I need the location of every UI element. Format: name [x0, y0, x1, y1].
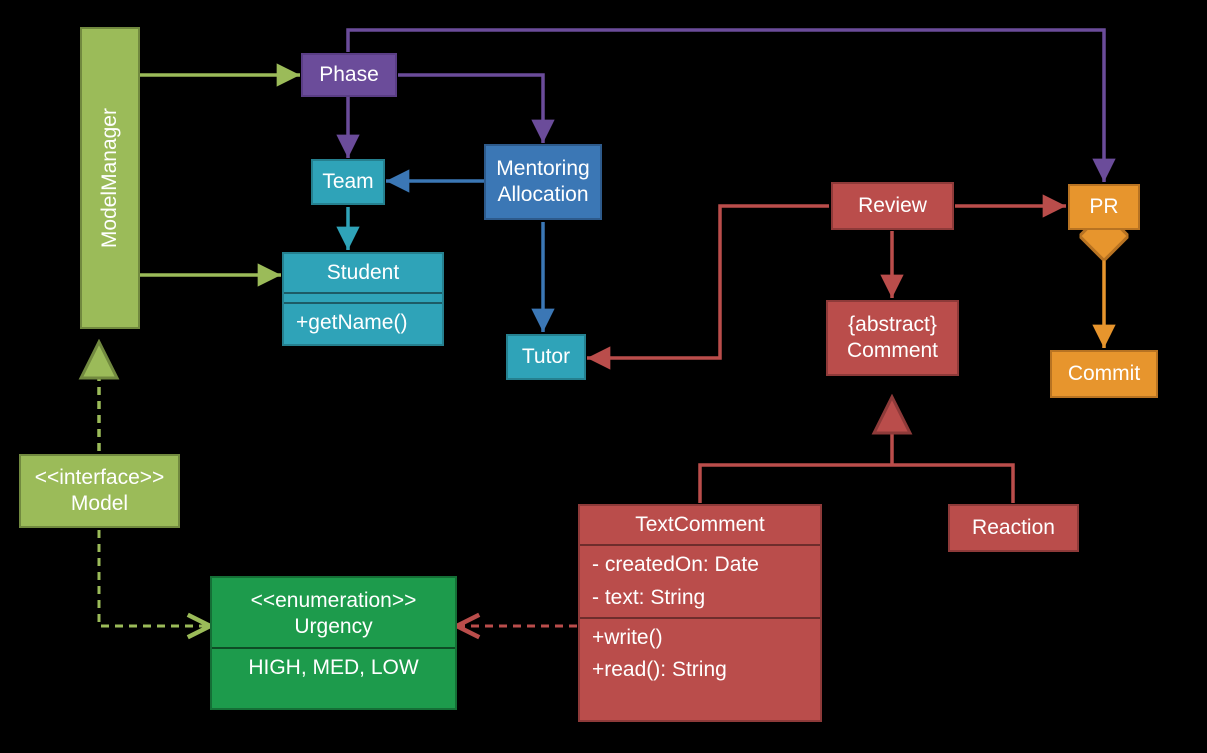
- node-student: Student +getName(): [282, 252, 444, 346]
- node-commit: Commit: [1050, 350, 1158, 398]
- comment-stereo: {abstract}: [848, 312, 937, 338]
- textcomment-m2: +read(): String: [580, 657, 820, 689]
- mentoring-l2: Allocation: [497, 182, 588, 208]
- node-modelmanager: ModelManager: [80, 27, 140, 329]
- node-mentoring: Mentoring Allocation: [484, 144, 602, 220]
- textcomment-f2: - text: String: [580, 585, 820, 617]
- edge-phase-pr: [348, 30, 1104, 182]
- model-title: Model: [71, 491, 128, 517]
- comment-title: Comment: [847, 338, 938, 364]
- student-method: +getName(): [284, 304, 442, 342]
- reaction-label: Reaction: [972, 515, 1055, 541]
- edge-model-urgency: [99, 530, 208, 626]
- commit-label: Commit: [1068, 361, 1140, 387]
- node-team: Team: [311, 159, 385, 205]
- textcomment-f1: - createdOn: Date: [580, 546, 820, 584]
- urgency-title: Urgency: [224, 614, 443, 640]
- node-pr: PR: [1068, 184, 1140, 230]
- model-stereo: <<interface>>: [35, 465, 165, 491]
- node-textcomment: TextComment - createdOn: Date - text: St…: [578, 504, 822, 722]
- pr-label: PR: [1089, 194, 1118, 220]
- mentoring-l1: Mentoring: [496, 156, 589, 182]
- modelmanager-label: ModelManager: [97, 108, 123, 248]
- node-model: <<interface>> Model: [19, 454, 180, 528]
- urgency-values: HIGH, MED, LOW: [212, 649, 455, 687]
- textcomment-m1: +write(): [580, 619, 820, 657]
- review-label: Review: [858, 193, 927, 219]
- team-label: Team: [322, 169, 373, 195]
- node-tutor: Tutor: [506, 334, 586, 380]
- student-title: Student: [284, 254, 442, 292]
- textcomment-title: TextComment: [580, 506, 820, 544]
- urgency-stereo: <<enumeration>>: [224, 588, 443, 614]
- tutor-label: Tutor: [522, 344, 570, 370]
- node-comment: {abstract} Comment: [826, 300, 959, 376]
- edge-gen-horizontal: [700, 465, 1013, 503]
- edge-phase-mentoring: [398, 75, 543, 143]
- edge-review-tutor: [587, 206, 829, 358]
- phase-label: Phase: [319, 62, 379, 88]
- node-phase: Phase: [301, 53, 397, 97]
- node-reaction: Reaction: [948, 504, 1079, 552]
- node-urgency: <<enumeration>> Urgency HIGH, MED, LOW: [210, 576, 457, 710]
- node-review: Review: [831, 182, 954, 230]
